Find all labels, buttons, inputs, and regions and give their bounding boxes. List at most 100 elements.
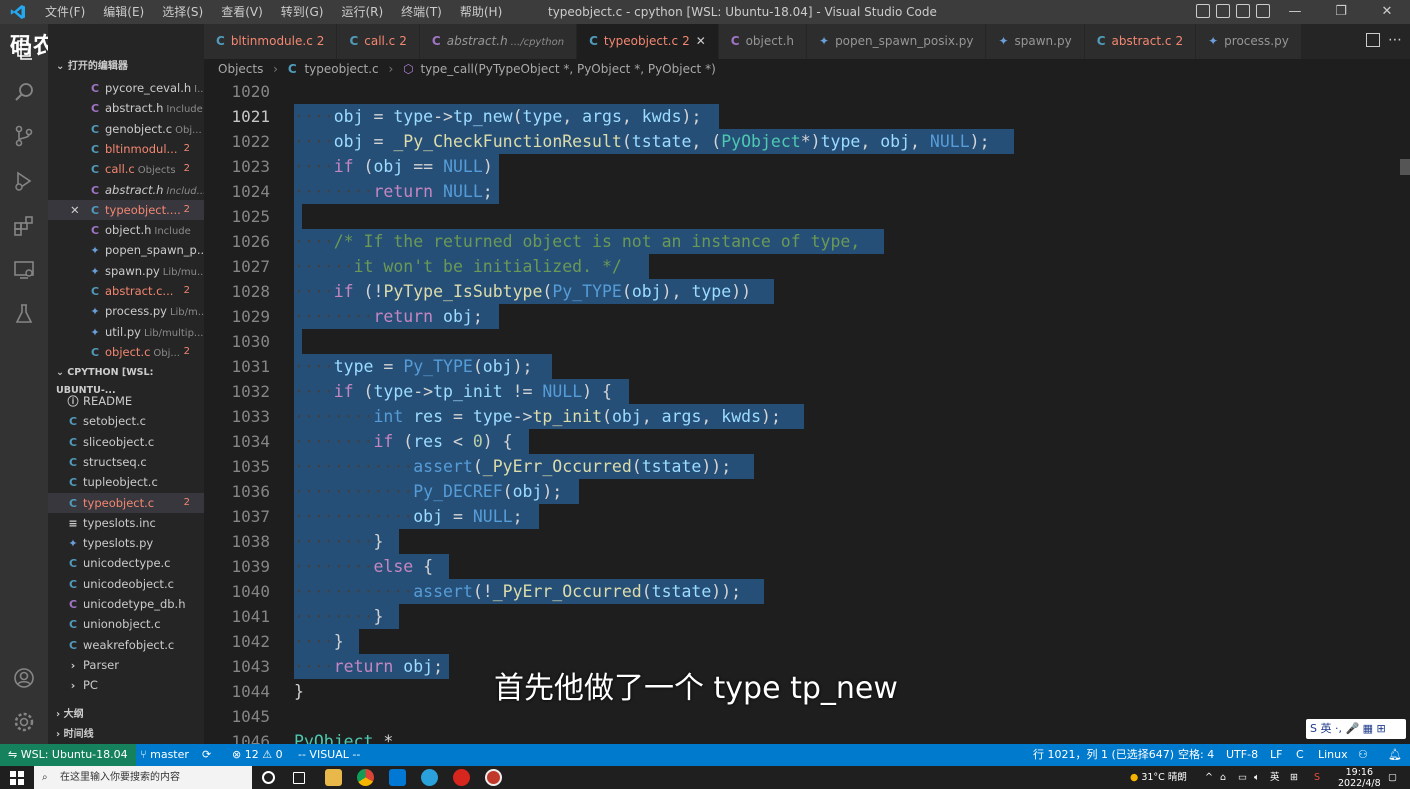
code-line[interactable]: 1045: [204, 704, 1410, 729]
accounts-icon[interactable]: [12, 666, 36, 690]
end-of-line[interactable]: LF: [1270, 744, 1282, 766]
ime-toolbar[interactable]: S 英 ·, 🎤 ▦ ⊞: [1306, 719, 1406, 739]
file-item[interactable]: Cbltinmodul... 2: [48, 139, 204, 159]
tray-expand-icon[interactable]: ^: [1205, 766, 1213, 789]
code-line[interactable]: 1021 ····obj = type->tp_new(type, args, k…: [204, 104, 1410, 129]
toggle-secondary-sidebar-icon[interactable]: [1236, 4, 1250, 18]
file-item[interactable]: Cabstract.h Includ...: [48, 180, 204, 200]
file-item[interactable]: Cabstract.c... 2: [48, 281, 204, 301]
feedback-icon[interactable]: ⚇: [1358, 744, 1368, 766]
chrome-icon[interactable]: [357, 769, 374, 786]
indentation[interactable]: 空格: 4: [1178, 744, 1214, 766]
code-line[interactable]: 1030: [204, 329, 1410, 354]
encoding[interactable]: UTF-8: [1226, 744, 1258, 766]
editor-tab[interactable]: ✦ process.py: [1196, 24, 1302, 59]
editor-tab[interactable]: Cobject.h: [718, 24, 807, 59]
run-debug-icon[interactable]: [12, 169, 36, 193]
ime-indicator[interactable]: 英: [1270, 766, 1280, 789]
sync-button[interactable]: ⟳: [202, 744, 211, 766]
menu-item[interactable]: 转到(G): [272, 0, 333, 24]
tray-grid-icon[interactable]: ⊞: [1290, 766, 1298, 789]
weather-widget[interactable]: ● 31°C 晴朗: [1130, 766, 1187, 789]
code-line[interactable]: 1023 ····if (obj == NULL): [204, 154, 1410, 179]
file-item[interactable]: Cobject.h Include: [48, 220, 204, 240]
code-line[interactable]: 1022 ····obj = _Py_CheckFunctionResult(ts…: [204, 129, 1410, 154]
editor-tab[interactable]: Ccall.c 2: [337, 24, 420, 59]
file-item[interactable]: Cunicodeobject.c: [48, 574, 204, 594]
file-item[interactable]: ⓘ README: [48, 391, 204, 411]
settings-gear-icon[interactable]: [12, 710, 36, 734]
file-item[interactable]: Csetobject.c: [48, 411, 204, 431]
code-line[interactable]: 1041 ········}: [204, 604, 1410, 629]
close-tab-icon[interactable]: ✕: [696, 34, 706, 48]
file-item[interactable]: Csliceobject.c: [48, 432, 204, 452]
code-line[interactable]: 1039 ········else {: [204, 554, 1410, 579]
breadcrumb-symbol[interactable]: type_call(PyTypeObject *, PyObject *, Py…: [420, 62, 715, 76]
timeline-header[interactable]: › 时间线: [48, 726, 204, 744]
file-item[interactable]: Cabstract.h Include: [48, 98, 204, 118]
telegram-icon[interactable]: [421, 769, 438, 786]
file-item[interactable]: Cunicodectype.c: [48, 553, 204, 573]
menu-item[interactable]: 选择(S): [153, 0, 212, 24]
windows-start-icon[interactable]: [10, 771, 24, 785]
file-item[interactable]: Ctupleobject.c: [48, 472, 204, 492]
app-recorder-icon[interactable]: [485, 769, 502, 786]
code-line[interactable]: 1036 ············Py_DECREF(obj);: [204, 479, 1410, 504]
file-item[interactable]: ✕ Ctypeobject.... 2: [48, 199, 204, 220]
minimize-button[interactable]: —: [1272, 0, 1318, 24]
toggle-panel-icon[interactable]: [1216, 4, 1230, 18]
file-item[interactable]: › Parser: [48, 655, 204, 675]
close-window-button[interactable]: ✕: [1364, 0, 1410, 24]
editor-tab[interactable]: Cbltinmodule.c 2: [204, 24, 338, 59]
file-item[interactable]: Cgenobject.c Obj...: [48, 119, 204, 139]
code-line[interactable]: 1033 ········int res = type->tp_init(obj,…: [204, 404, 1410, 429]
file-item[interactable]: ✦ spawn.py Lib/mu...: [48, 261, 204, 281]
split-editor-icon[interactable]: [1366, 33, 1380, 47]
editor-tab[interactable]: ✦ popen_spawn_posix.py: [807, 24, 987, 59]
code-editor[interactable]: 1020 1021 ····obj = type->tp_new(type, arg…: [204, 79, 1410, 744]
maximize-button[interactable]: ❐: [1318, 0, 1364, 24]
code-line[interactable]: 1027 ······it won't be initialized. */: [204, 254, 1410, 279]
menu-item[interactable]: 文件(F): [36, 0, 94, 24]
code-line[interactable]: 1035 ············assert(_PyErr_Occurred(t…: [204, 454, 1410, 479]
code-line[interactable]: 1040 ············assert(!_PyErr_Occurred(…: [204, 579, 1410, 604]
code-line[interactable]: 1031 ····type = Py_TYPE(obj);: [204, 354, 1410, 379]
file-item[interactable]: Cobject.c Obj... 2: [48, 342, 204, 362]
file-item[interactable]: ✦ popen_spawn_p...: [48, 240, 204, 260]
code-line[interactable]: 1024 ········return NULL;: [204, 179, 1410, 204]
file-item[interactable]: Cweakrefobject.c: [48, 635, 204, 655]
code-line[interactable]: 1034 ········if (res < 0) {: [204, 429, 1410, 454]
cortana-icon[interactable]: [262, 771, 275, 784]
code-line[interactable]: 1032 ····if (type->tp_init != NULL) {: [204, 379, 1410, 404]
breadcrumb-folder[interactable]: Objects: [218, 62, 263, 76]
outline-header[interactable]: › 大纲: [48, 706, 204, 724]
menu-item[interactable]: 终端(T): [392, 0, 451, 24]
menu-item[interactable]: 运行(R): [332, 0, 392, 24]
file-item[interactable]: ✦ typeslots.py: [48, 533, 204, 553]
problems-indicator[interactable]: ⊗ 12 ⚠ 0: [232, 744, 283, 766]
more-actions-icon[interactable]: ⋯: [1388, 32, 1402, 48]
cursor-position[interactable]: 行 1021，列 1 (已选择647): [1033, 744, 1174, 766]
network-icon[interactable]: ▭: [1238, 766, 1247, 789]
notification-center-icon[interactable]: ▢: [1388, 766, 1397, 789]
editor-tab[interactable]: Cabstract.c 2: [1084, 24, 1197, 59]
vscode-taskbar-icon[interactable]: [389, 769, 406, 786]
code-line[interactable]: 1029 ········return obj;: [204, 304, 1410, 329]
menu-item[interactable]: 帮助(H): [451, 0, 511, 24]
taskbar-search-box[interactable]: ⌕ 在这里输入你要搜索的内容: [34, 766, 252, 789]
code-line[interactable]: 1026 ····/* If the returned object is not…: [204, 229, 1410, 254]
code-line[interactable]: 1042 ····}: [204, 629, 1410, 654]
language-mode[interactable]: C: [1296, 744, 1304, 766]
branch-indicator[interactable]: ⑂ master: [140, 744, 189, 766]
file-item[interactable]: ≡ typeslots.inc: [48, 513, 204, 533]
clock[interactable]: 19:16 2022/4/8: [1338, 767, 1381, 789]
menu-item[interactable]: 编辑(E): [94, 0, 153, 24]
sogou-ime-icon[interactable]: S: [1314, 766, 1320, 789]
editor-tab[interactable]: Cabstract.h .../cpython: [419, 24, 578, 59]
testing-icon[interactable]: [12, 302, 36, 326]
file-item[interactable]: ✦ process.py Lib/m...: [48, 301, 204, 321]
workspace-header[interactable]: ⌄ CPYTHON [WSL: UBUNTU-...: [48, 364, 204, 396]
open-editors-header[interactable]: ⌄ 打开的编辑器: [48, 58, 204, 76]
file-item[interactable]: Cunionobject.c: [48, 614, 204, 634]
editor-tab[interactable]: ✦ spawn.py: [986, 24, 1085, 59]
